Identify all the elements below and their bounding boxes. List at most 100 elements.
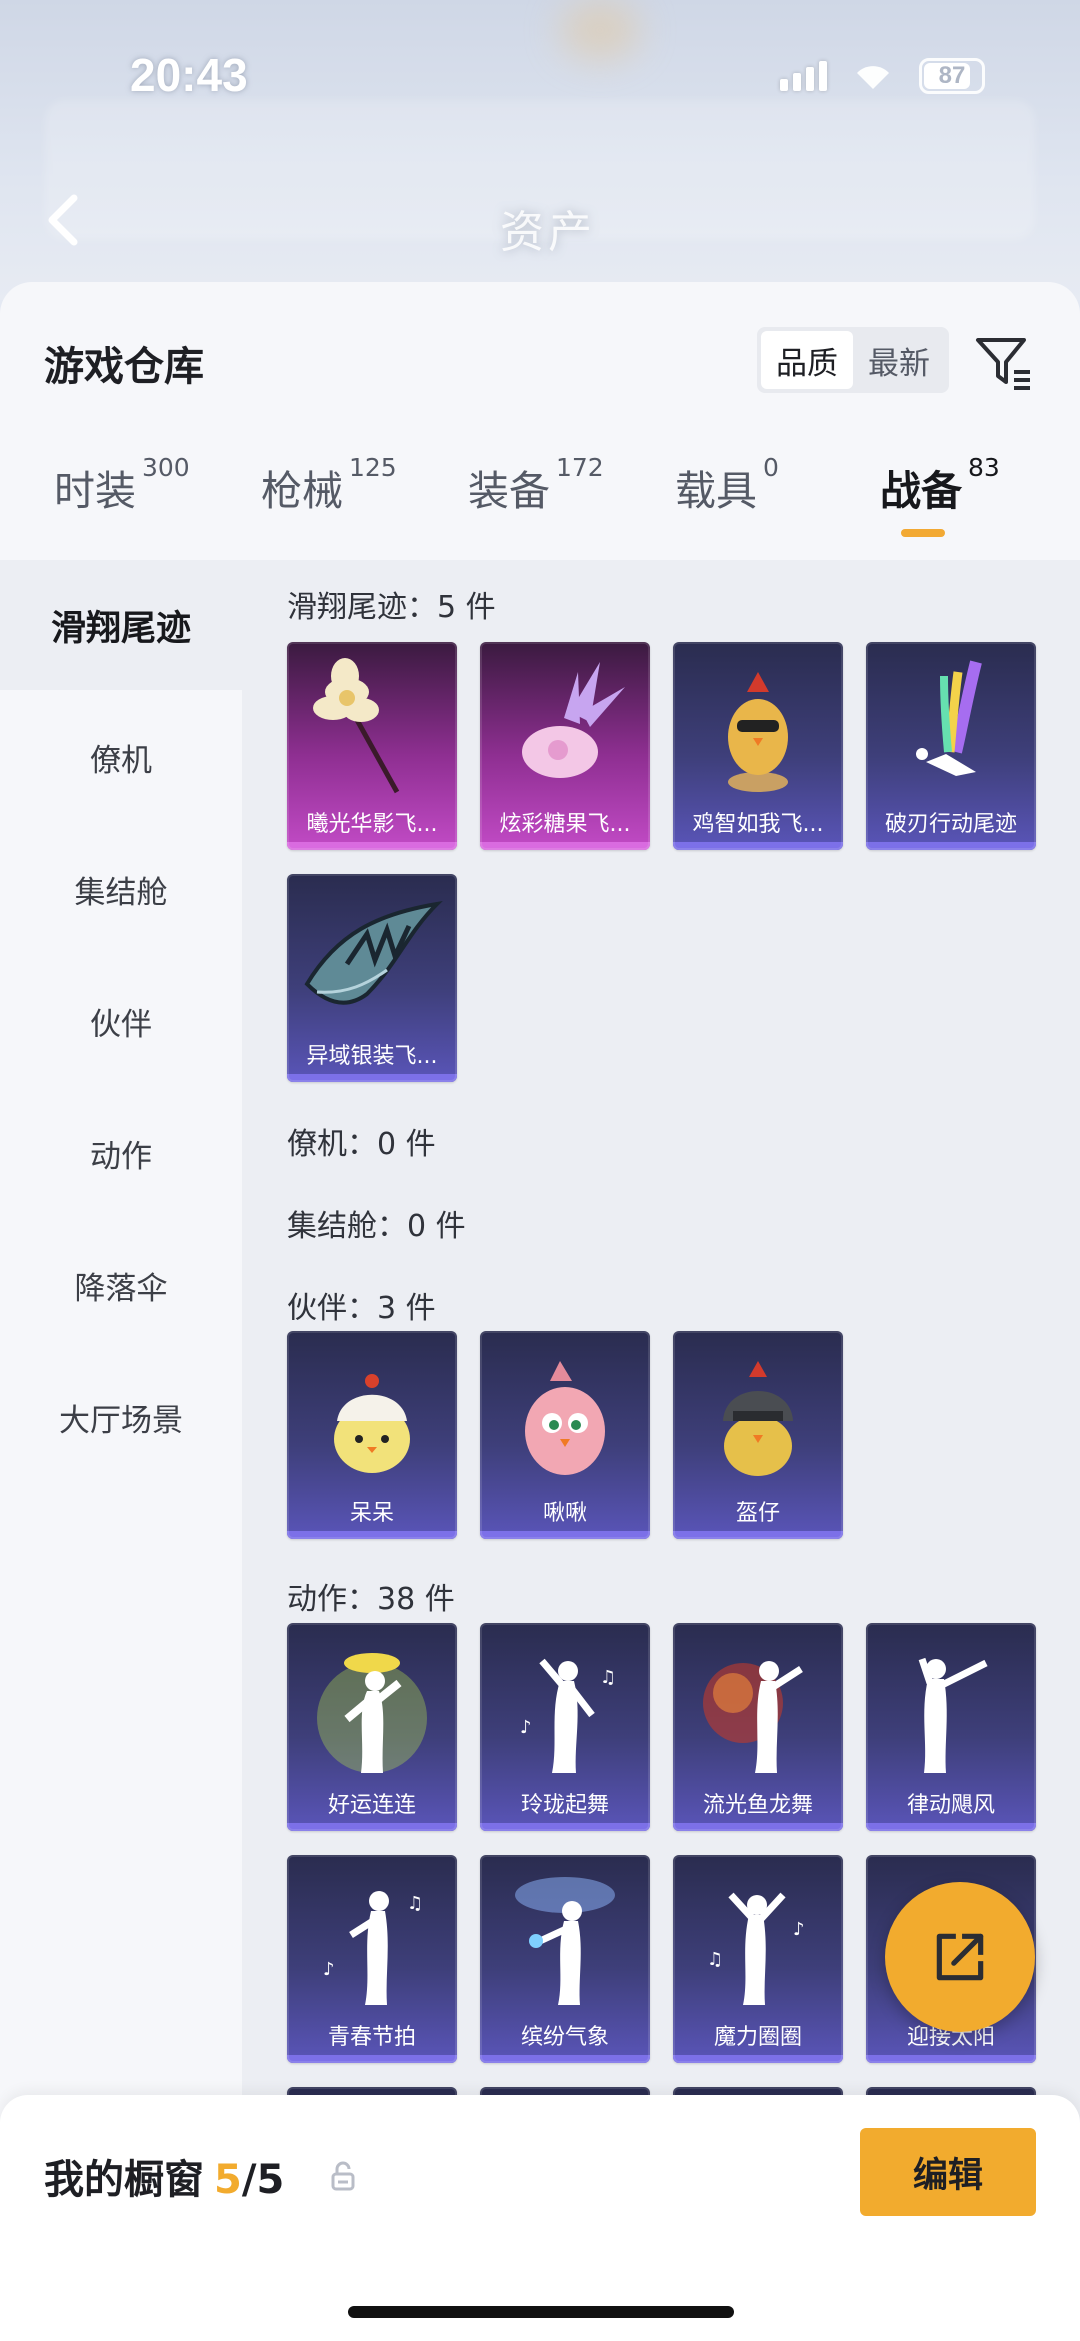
filter-icon[interactable] [972, 330, 1036, 394]
sheet-header: 游戏仓库 品质 最新 [0, 282, 1080, 432]
tab-firearms[interactable]: 枪械 125 [261, 453, 397, 517]
smoke-trail-art [866, 642, 1036, 812]
card-rarity-bar [673, 842, 843, 850]
share-icon [936, 1933, 984, 1981]
item-label: 破刃行动尾迹 [884, 812, 1017, 837]
item-label: 魔力圈圈 [713, 2025, 802, 2050]
card-rarity-bar [673, 1531, 843, 1539]
sort-newest-button[interactable]: 最新 [853, 331, 945, 389]
card-rarity-bar [866, 1823, 1036, 1831]
item-label: 异域银装飞... [306, 1044, 438, 1069]
sidebar-item-rally-pod[interactable]: 集结舱 [0, 824, 242, 954]
helmet-chick-partner-art [673, 1331, 843, 1501]
showcase-total: /5 [241, 2157, 285, 2203]
sidebar: 滑翔尾迹 僚机 集结舱 伙伴 动作 降落伞 大厅场景 [0, 560, 242, 2341]
tab-vehicles[interactable]: 载具 0 [675, 453, 779, 517]
status-time: 20:43 [130, 49, 248, 101]
back-icon[interactable] [40, 190, 90, 250]
flower-trail-art [287, 642, 457, 812]
sort-quality-button[interactable]: 品质 [761, 331, 853, 389]
wifi-icon [853, 61, 893, 91]
tab-count: 83 [968, 453, 1000, 482]
dragon-dance-emote-art [673, 1623, 843, 1793]
section-title-glide-trail: 滑翔尾迹：5 件 [287, 590, 496, 625]
item-card[interactable]: 缤纷气象 [480, 1855, 650, 2063]
item-card[interactable]: 律动飓风 [866, 1623, 1036, 1831]
sidebar-item-lobby-scene[interactable]: 大厅场景 [0, 1352, 242, 1482]
card-rarity-bar [866, 2055, 1036, 2063]
card-rarity-bar [287, 842, 457, 850]
tab-battle-prep[interactable]: 战备 83 [880, 453, 1000, 517]
tab-label: 载具 [675, 467, 757, 515]
svg-text:♪: ♪ [520, 1717, 532, 1738]
item-label: 呆呆 [349, 1501, 394, 1526]
item-card[interactable]: 啾啾 [480, 1331, 650, 1539]
item-card[interactable]: ♫ ♪ 青春节拍 [287, 1855, 457, 2063]
tab-label: 装备 [468, 467, 550, 515]
magic-circle-emote-art: ♪ ♫ [673, 1855, 843, 2025]
showcase-bar: 我的橱窗 5/5 编辑 [0, 2095, 1080, 2341]
section-title-wingman: 僚机：0 件 [287, 1127, 436, 1162]
showcase-label: 我的橱窗 5/5 [44, 2147, 284, 2205]
showcase-title: 我的橱窗 [44, 2157, 204, 2203]
rhythm-emote-art [866, 1623, 1036, 1793]
svg-text:♫: ♫ [707, 1949, 723, 1970]
sidebar-item-wingman[interactable]: 僚机 [0, 692, 242, 822]
item-label: 律动飓风 [906, 1793, 995, 1818]
svg-text:♪: ♪ [793, 1919, 805, 1940]
card-rarity-bar [287, 1823, 457, 1831]
nav-title: 资产 [500, 207, 596, 258]
dance-emote-art: ♪ ♫ [480, 1623, 650, 1793]
chick-partner-art [287, 1331, 457, 1501]
battery-icon: 87 [919, 58, 985, 94]
tab-count: 300 [142, 453, 190, 482]
card-rarity-bar [480, 842, 650, 850]
item-label: 流光鱼龙舞 [702, 1793, 813, 1818]
tab-count: 172 [556, 453, 604, 482]
svg-text:♪: ♪ [323, 1959, 335, 1980]
item-card[interactable]: 呆呆 [287, 1331, 457, 1539]
section-title-emote: 动作：38 件 [287, 1582, 455, 1617]
item-label: 炫彩糖果飞... [499, 812, 631, 837]
item-card[interactable]: ♪ ♫ 魔力圈圈 [673, 1855, 843, 2063]
tab-fashion[interactable]: 时装 300 [54, 453, 190, 517]
category-tabs: 时装 300 枪械 125 装备 172 载具 0 战备 83 [0, 453, 1080, 557]
lock-icon[interactable] [330, 2161, 356, 2191]
item-card[interactable]: ♪ ♫ 玲珑起舞 [480, 1623, 650, 1831]
item-card[interactable]: 炫彩糖果飞... [480, 642, 650, 850]
item-card[interactable]: 好运连连 [287, 1623, 457, 1831]
weather-emote-art [480, 1855, 650, 2025]
sidebar-item-glide-trail[interactable]: 滑翔尾迹 [0, 560, 242, 690]
share-fab[interactable] [885, 1882, 1035, 2032]
tab-equipment[interactable]: 装备 172 [468, 453, 604, 517]
card-rarity-bar [480, 2055, 650, 2063]
sidebar-item-parachute[interactable]: 降落伞 [0, 1220, 242, 1350]
card-rarity-bar [673, 1823, 843, 1831]
sidebar-item-emote[interactable]: 动作 [0, 1088, 242, 1218]
status-icons: 87 [780, 58, 985, 94]
item-label: 曦光华影飞... [306, 812, 438, 837]
item-card[interactable]: 异域银装飞... [287, 874, 457, 1082]
item-card[interactable]: 破刃行动尾迹 [866, 642, 1036, 850]
item-card[interactable]: 盔仔 [673, 1331, 843, 1539]
item-card[interactable]: 鸡智如我飞... [673, 642, 843, 850]
card-rarity-bar [480, 1531, 650, 1539]
item-card[interactable]: 曦光华影飞... [287, 642, 457, 850]
tab-count: 125 [349, 453, 397, 482]
item-label: 青春节拍 [327, 2025, 416, 2050]
home-indicator [348, 2306, 734, 2318]
card-rarity-bar [673, 2055, 843, 2063]
item-content: 滑翔尾迹：5 件 曦光华影飞... 炫彩糖果飞... 鸡智如我飞... 破刃行动… [242, 560, 1080, 2341]
chicken-trail-art [673, 642, 843, 812]
item-card[interactable]: 流光鱼龙舞 [673, 1623, 843, 1831]
sidebar-item-partner[interactable]: 伙伴 [0, 956, 242, 1086]
candy-trail-art [480, 642, 650, 812]
game-warehouse-sheet: 游戏仓库 品质 最新 时装 300 枪械 125 装备 172 载具 0 战备 … [0, 282, 1080, 2341]
pink-bird-partner-art [480, 1331, 650, 1501]
card-rarity-bar [287, 1074, 457, 1082]
edit-button[interactable]: 编辑 [860, 2128, 1036, 2216]
sheet-title: 游戏仓库 [44, 344, 204, 390]
youth-beat-emote-art: ♫ ♪ [287, 1855, 457, 2025]
tab-label: 枪械 [261, 467, 343, 515]
section-title-rally-pod: 集结舱：0 件 [287, 1209, 466, 1244]
